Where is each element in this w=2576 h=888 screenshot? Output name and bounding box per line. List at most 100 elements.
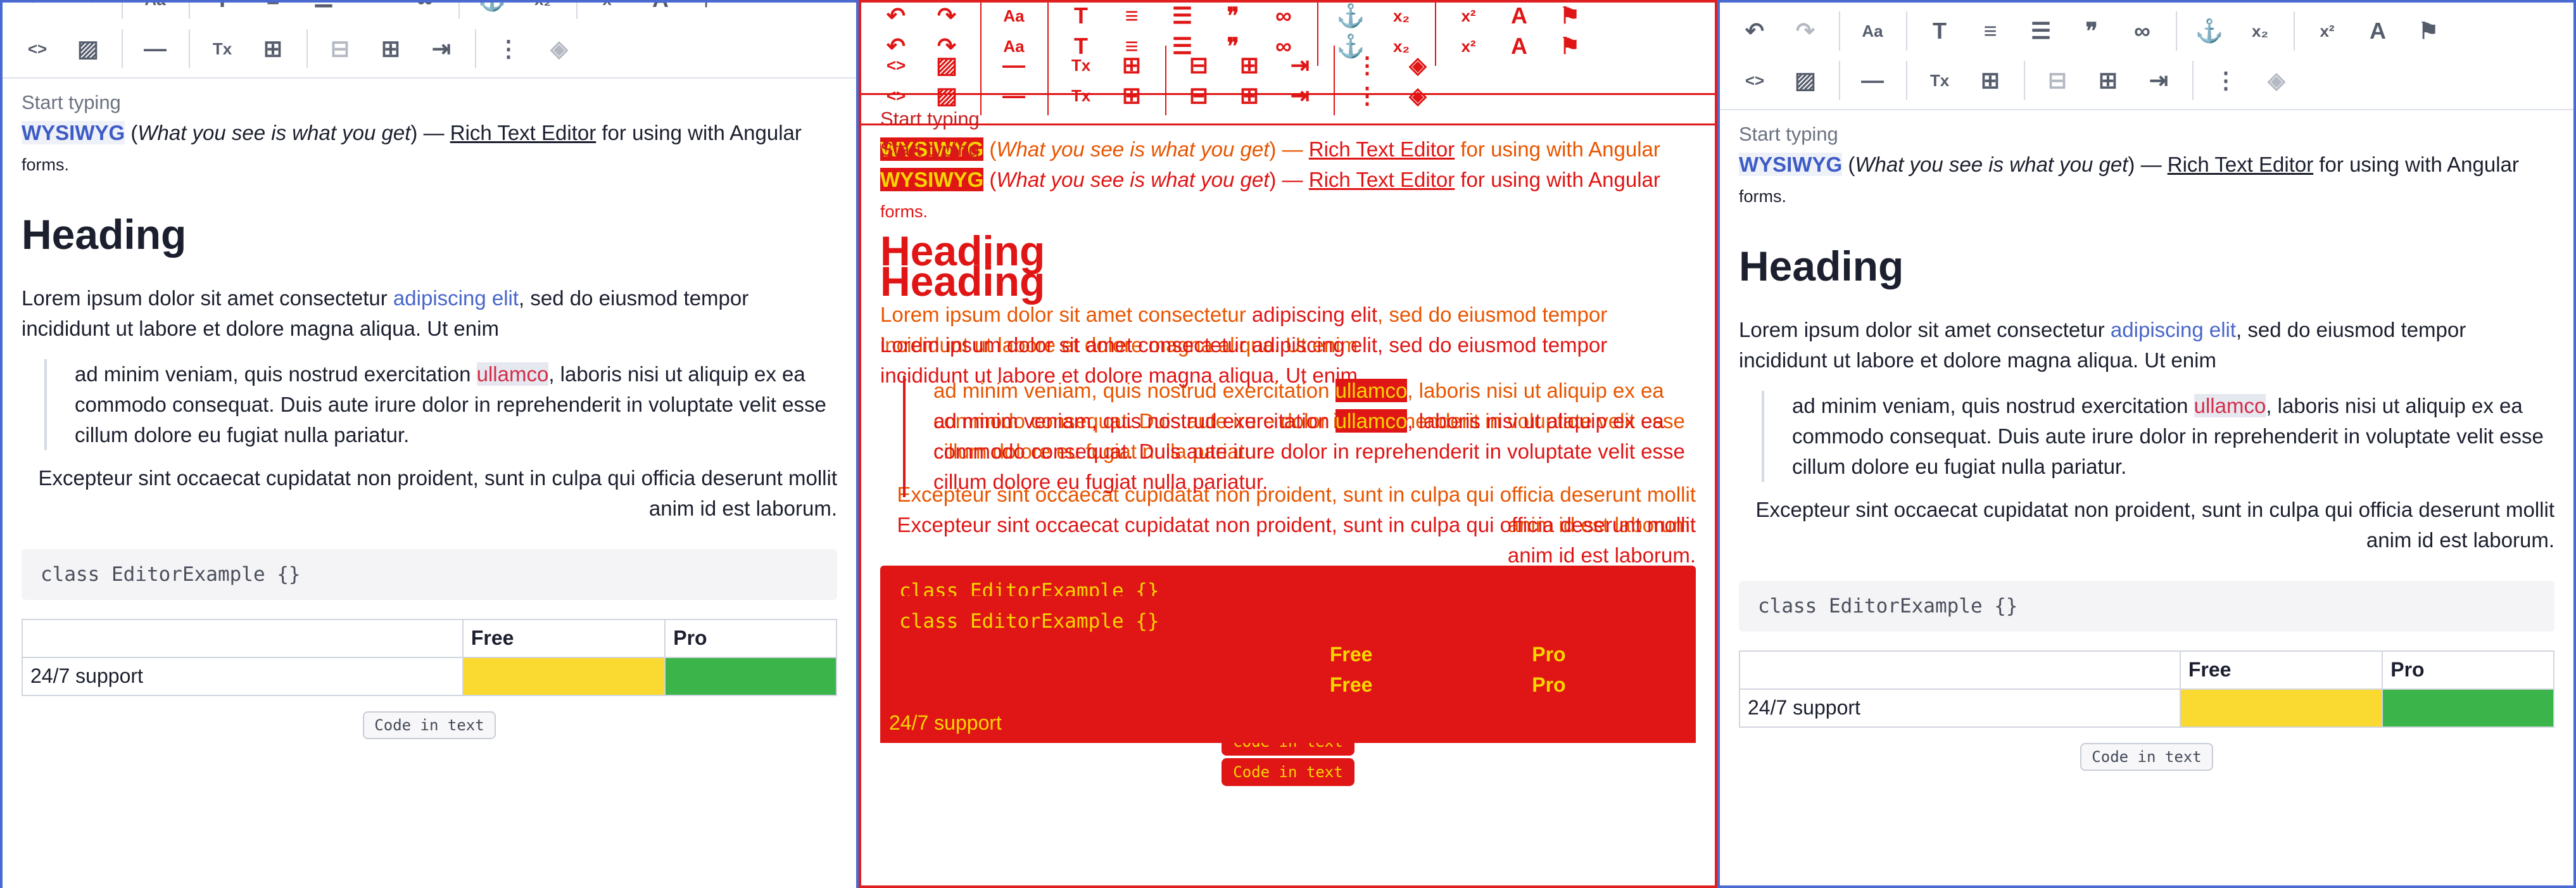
redo-icon[interactable]: ↷ <box>926 25 968 67</box>
align-icon[interactable]: ≡ <box>1111 25 1152 67</box>
undo-icon[interactable]: ↶ <box>16 3 58 20</box>
code-icon[interactable]: <> <box>16 28 58 70</box>
split-cells-icon[interactable]: ⋮ <box>488 28 529 70</box>
link-icon[interactable]: ∞ <box>2121 10 2163 52</box>
horizontal-rule-icon[interactable]: — <box>1852 60 1893 101</box>
link-icon[interactable]: ∞ <box>404 3 446 20</box>
align-icon[interactable]: ≡ <box>1969 10 2011 52</box>
code-icon[interactable]: <> <box>1734 60 1776 101</box>
table-cell-green[interactable] <box>2382 688 2554 728</box>
text-format-icon[interactable]: T <box>1060 25 1102 67</box>
split-cells-icon[interactable]: ⋮ <box>1346 75 1388 117</box>
blockquote-icon[interactable]: ❞ <box>353 3 395 20</box>
blockquote-icon[interactable]: ❞ <box>2071 10 2112 52</box>
code-icon[interactable]: <> <box>875 75 917 117</box>
table-icon[interactable]: ⊞ <box>370 28 412 70</box>
list-icon[interactable]: ☰ <box>1161 25 1203 67</box>
text-color-icon[interactable]: A <box>1498 25 1540 67</box>
highlight-icon[interactable]: ⚑ <box>690 3 732 20</box>
image-icon[interactable]: ▨ <box>1784 60 1826 101</box>
highlight-icon[interactable]: ⚑ <box>2408 10 2449 52</box>
remove-row-icon[interactable]: ⊟ <box>319 28 361 70</box>
table-cell-green[interactable] <box>1523 703 1696 743</box>
subscript-icon[interactable]: x₂ <box>2239 10 2281 52</box>
horizontal-rule-icon[interactable]: — <box>134 28 176 70</box>
clear-format-icon[interactable]: Tx <box>1919 60 1960 101</box>
subscript-icon[interactable]: x₂ <box>1380 25 1422 67</box>
font-size-icon[interactable]: Aa <box>993 25 1035 67</box>
font-size-icon[interactable]: Aa <box>134 3 176 20</box>
table-header-cell[interactable]: Free <box>2179 650 2383 690</box>
table-header-cell[interactable] <box>1739 650 2181 690</box>
highlight-icon[interactable]: ⚑ <box>1549 25 1591 67</box>
table-cell[interactable]: 24/7 support <box>880 703 1322 743</box>
list-icon[interactable]: ☰ <box>2020 10 2062 52</box>
undo-icon[interactable]: ↶ <box>875 25 917 67</box>
table-icon[interactable]: ⊞ <box>2087 60 2129 101</box>
table-cell-yellow[interactable] <box>2179 688 2383 728</box>
rich-text-editor-link[interactable]: Rich Text Editor <box>1309 168 1455 191</box>
table-row: 24/7 support <box>22 656 837 696</box>
rich-text-editor-link[interactable]: Rich Text Editor <box>450 121 596 144</box>
table-header-cell[interactable]: Free <box>1320 665 1525 705</box>
undo-icon[interactable]: ↶ <box>1734 10 1776 52</box>
redo-icon[interactable]: ↷ <box>1784 10 1826 52</box>
adipiscing-link[interactable]: adipiscing elit <box>1252 333 1377 357</box>
table-header-cell[interactable] <box>880 665 1322 705</box>
editor-content[interactable]: Start typing WYSIWYG (What you see is wh… <box>3 91 856 739</box>
image-icon[interactable]: ▨ <box>67 28 109 70</box>
superscript-icon[interactable]: x² <box>2306 10 2348 52</box>
table-cell[interactable]: 24/7 support <box>1739 688 2181 728</box>
table-header-cell[interactable]: Pro <box>2382 650 2554 690</box>
table-header-cell[interactable]: Pro <box>1523 665 1696 705</box>
merge-cells-icon[interactable]: ⇥ <box>1279 75 1321 117</box>
editor-content[interactable]: Start typing WYSIWYG (What you see is wh… <box>861 138 1715 786</box>
text-format-icon[interactable]: T <box>201 3 243 20</box>
blockquote-icon[interactable]: ❞ <box>1212 25 1254 67</box>
superscript-icon[interactable]: x² <box>589 3 631 20</box>
editor-content[interactable]: Start typing WYSIWYG (What you see is wh… <box>1720 123 2573 771</box>
superscript-icon[interactable]: x² <box>1448 25 1489 67</box>
text-color-icon[interactable]: A <box>2357 10 2399 52</box>
table-cell-green[interactable] <box>664 656 837 696</box>
link-icon[interactable]: ∞ <box>1263 25 1304 67</box>
table-icon[interactable]: ⊞ <box>1228 75 1270 117</box>
table-header-cell[interactable]: Pro <box>664 618 837 658</box>
cell-fill-icon[interactable]: ◈ <box>2256 60 2297 101</box>
table-cell[interactable]: 24/7 support <box>22 656 464 696</box>
adipiscing-link[interactable]: adipiscing elit <box>393 286 519 310</box>
table-header-cell[interactable]: Free <box>462 618 666 658</box>
table-cell-yellow[interactable] <box>462 656 666 696</box>
table-cell-yellow[interactable] <box>1320 703 1525 743</box>
clear-format-icon[interactable]: Tx <box>201 28 243 70</box>
insert-row-icon[interactable]: ⊞ <box>1969 60 2011 101</box>
align-icon[interactable]: ≡ <box>252 3 294 20</box>
split-cells-icon[interactable]: ⋮ <box>2205 60 2247 101</box>
subscript-icon[interactable]: x₂ <box>522 3 564 20</box>
remove-row-icon[interactable]: ⊟ <box>2036 60 2078 101</box>
insert-row-icon[interactable]: ⊞ <box>1111 75 1152 117</box>
content-heading: Heading <box>880 258 1045 305</box>
horizontal-rule-icon[interactable]: — <box>993 75 1035 117</box>
intro-paragraph: WYSIWYG (What you see is what you get) —… <box>880 165 1696 227</box>
anchor-icon[interactable]: ⚓ <box>2188 10 2230 52</box>
clear-format-icon[interactable]: Tx <box>1060 75 1102 117</box>
text-format-icon[interactable]: T <box>1919 10 1960 52</box>
anchor-icon[interactable]: ⚓ <box>1330 25 1372 67</box>
remove-row-icon[interactable]: ⊟ <box>1178 75 1220 117</box>
list-icon[interactable]: ☰ <box>303 3 344 20</box>
text-color-icon[interactable]: A <box>640 3 681 20</box>
merge-cells-icon[interactable]: ⇥ <box>420 28 462 70</box>
redo-icon[interactable]: ↷ <box>67 3 109 20</box>
cell-fill-icon[interactable]: ◈ <box>1397 75 1439 117</box>
cell-fill-icon[interactable]: ◈ <box>538 28 580 70</box>
adipiscing-link[interactable]: adipiscing elit <box>2111 318 2236 341</box>
insert-row-icon[interactable]: ⊞ <box>252 28 294 70</box>
table-header-cell[interactable] <box>22 618 464 658</box>
anchor-icon[interactable]: ⚓ <box>471 3 513 20</box>
rich-text-editor-link[interactable]: Rich Text Editor <box>2168 153 2313 176</box>
editor-placeholder: Start typing <box>1739 123 1838 145</box>
merge-cells-icon[interactable]: ⇥ <box>2138 60 2180 101</box>
font-size-icon[interactable]: Aa <box>1852 10 1893 52</box>
image-icon[interactable]: ▨ <box>926 75 968 117</box>
